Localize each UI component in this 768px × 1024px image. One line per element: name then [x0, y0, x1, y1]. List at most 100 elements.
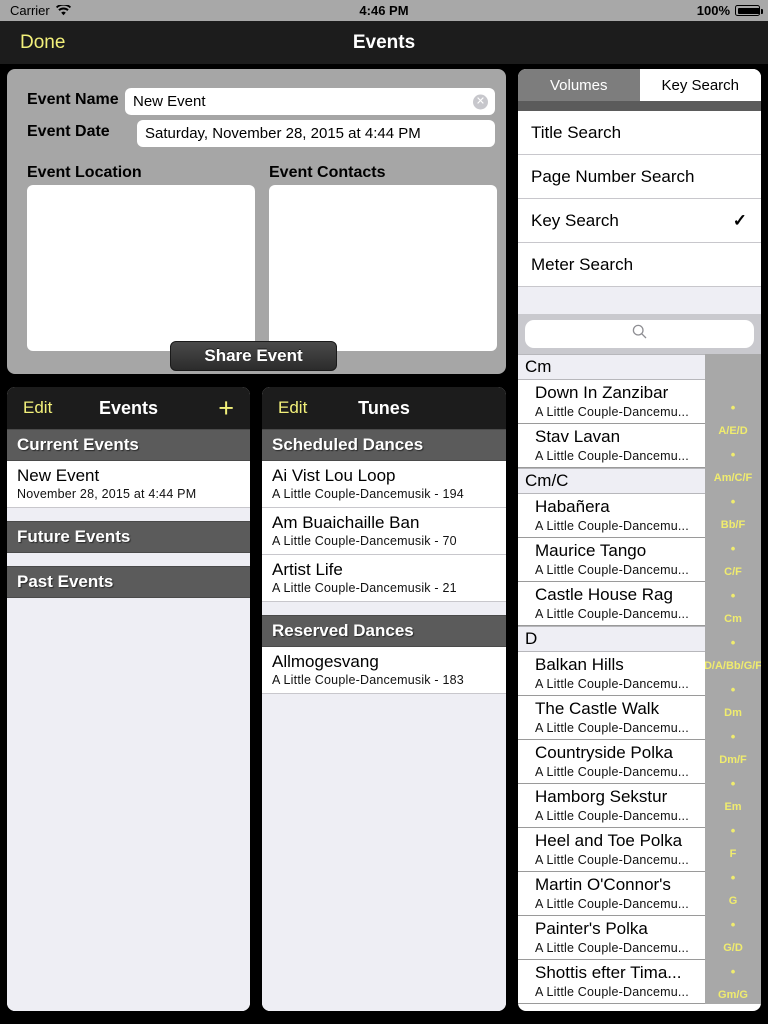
result-item[interactable]: Shottis efter Tima... A Little Couple-Dan…	[518, 960, 705, 1004]
result-item-subtitle: A Little Couple-Dancemu...	[535, 765, 689, 779]
search-option-meter-search[interactable]: Meter Search	[518, 243, 761, 287]
list-item[interactable]: Artist Life A Little Couple-Dancemusik - …	[262, 555, 506, 602]
result-item-title: Martin O'Connor's	[535, 875, 671, 894]
list-item-title: New Event	[17, 466, 100, 485]
index-bar-entry[interactable]: Cm	[724, 608, 742, 632]
list-section-header: Scheduled Dances	[262, 429, 506, 461]
search-mode-tabs[interactable]: Volumes Key Search	[518, 69, 761, 101]
battery-icon	[735, 5, 763, 16]
result-item[interactable]: Stav Lavan A Little Couple-Dancemu...	[518, 424, 705, 468]
result-item-title: Balkan Hills	[535, 655, 624, 674]
index-bar-dot[interactable]: •	[731, 631, 736, 655]
share-event-button[interactable]: Share Event	[170, 341, 337, 371]
section-index-bar[interactable]: • A/E/D • Am/C/F • Bb/F • C/F • Cm • D/A/Bb/G/F • Dm •…	[705, 354, 761, 1004]
event-date-input[interactable]: Saturday, November 28, 2015 at 4:44 PM	[137, 120, 495, 147]
result-item[interactable]: Martin O'Connor's A Little Couple-Dancemu…	[518, 872, 705, 916]
search-input[interactable]	[525, 320, 754, 348]
search-options-list[interactable]: Title Search Page Number Search Key Search…	[518, 111, 761, 287]
index-bar-entry[interactable]: G	[729, 890, 738, 914]
event-name-row: Event Name	[27, 91, 127, 109]
index-bar-entry[interactable]: Am/C/F	[714, 467, 753, 491]
events-list-navbar: Edit Events +	[7, 387, 250, 429]
index-bar-dot[interactable]: •	[731, 490, 736, 514]
list-item[interactable]: Am Buaichaille Ban A Little Couple-Dancem…	[262, 508, 506, 555]
navigation-bar: Done Events	[0, 21, 768, 64]
result-item-subtitle: A Little Couple-Dancemu...	[535, 897, 689, 911]
index-bar-entry[interactable]: Bb/F	[721, 514, 745, 538]
search-option-label: Page Number Search	[531, 166, 695, 186]
search-results[interactable]: Cm Down In Zanzibar A Little Couple-Dancem…	[518, 354, 761, 1004]
list-section-gap	[7, 508, 250, 521]
result-item[interactable]: Hamborg Sekstur A Little Couple-Dancemu..…	[518, 784, 705, 828]
event-name-input[interactable]: New Event ✕	[125, 88, 495, 115]
events-list-body[interactable]: Current Events New Event November 28, 2015…	[7, 429, 250, 1011]
status-bar-time: 4:46 PM	[359, 3, 409, 18]
event-date-value: Saturday, November 28, 2015 at 4:44 PM	[145, 125, 421, 142]
search-option-page-number-search[interactable]: Page Number Search	[518, 155, 761, 199]
event-contacts-input[interactable]	[269, 185, 497, 351]
index-bar-dot[interactable]: •	[731, 725, 736, 749]
search-option-title-search[interactable]: Title Search	[518, 111, 761, 155]
index-bar-dot[interactable]: •	[731, 866, 736, 890]
index-bar-entry[interactable]: C/F	[724, 561, 742, 585]
tab-volumes[interactable]: Volumes	[518, 69, 640, 101]
event-location-input[interactable]	[27, 185, 255, 351]
list-item[interactable]: New Event November 28, 2015 at 4:44 PM	[7, 461, 250, 508]
search-bar-container	[518, 314, 761, 354]
tab-key-search[interactable]: Key Search	[639, 69, 761, 101]
list-item[interactable]: Allmogesvang A Little Couple-Dancemusik -…	[262, 647, 506, 694]
result-item[interactable]: The Castle Walk A Little Couple-Dancemu..…	[518, 696, 705, 740]
list-item-subtitle: November 28, 2015 at 4:44 PM	[17, 487, 197, 501]
index-bar-dot[interactable]: •	[731, 537, 736, 561]
search-option-key-search[interactable]: Key Search ✓	[518, 199, 761, 243]
result-section-header: Cm/C	[518, 468, 705, 494]
search-panel: Volumes Key Search Title Search Page Numbe…	[515, 66, 764, 1014]
result-item[interactable]: Maurice Tango A Little Couple-Dancemu...	[518, 538, 705, 582]
result-item[interactable]: Castle House Rag A Little Couple-Dancemu.…	[518, 582, 705, 626]
index-bar-entry[interactable]: Dm	[724, 702, 742, 726]
result-item-title: Hamborg Sekstur	[535, 787, 668, 806]
index-bar-dot[interactable]: •	[731, 678, 736, 702]
result-item-subtitle: A Little Couple-Dancemu...	[535, 519, 689, 533]
index-bar-entry[interactable]: Em	[724, 796, 741, 820]
result-section-header: D	[518, 626, 705, 652]
index-bar-dot[interactable]: •	[731, 396, 736, 420]
list-item[interactable]: Ai Vist Lou Loop A Little Couple-Dancemus…	[262, 461, 506, 508]
result-item-title: Down In Zanzibar	[535, 383, 669, 402]
index-bar-dot[interactable]: •	[731, 913, 736, 937]
list-section-header: Future Events	[7, 521, 250, 553]
index-bar-entry[interactable]: D/A/Bb/G/F	[705, 655, 761, 679]
list-item-title: Artist Life	[272, 560, 343, 579]
list-item-title: Am Buaichaille Ban	[272, 513, 420, 532]
result-item[interactable]: Painter's Polka A Little Couple-Dancemu..…	[518, 916, 705, 960]
list-item-title: Allmogesvang	[272, 652, 379, 671]
index-bar-entry[interactable]: Gm/G	[718, 984, 748, 1005]
index-bar-entry[interactable]: G/D	[723, 937, 743, 961]
index-bar-entry[interactable]: A/E/D	[718, 420, 747, 444]
events-list-panel: Edit Events + Current Events New Event Nov…	[4, 384, 253, 1014]
result-item-subtitle: A Little Couple-Dancemu...	[535, 405, 689, 419]
clear-icon[interactable]: ✕	[473, 94, 488, 109]
result-item[interactable]: Heel and Toe Polka A Little Couple-Dancem…	[518, 828, 705, 872]
list-item-title: Ai Vist Lou Loop	[272, 466, 396, 485]
index-bar-entry[interactable]: F	[730, 843, 737, 867]
index-bar-dot[interactable]: •	[731, 772, 736, 796]
search-results-list[interactable]: Cm Down In Zanzibar A Little Couple-Dancem…	[518, 354, 705, 1004]
index-bar-dot[interactable]: •	[731, 584, 736, 608]
tunes-list-body[interactable]: Scheduled Dances Ai Vist Lou Loop A Little…	[262, 429, 506, 1011]
result-item[interactable]: Down In Zanzibar A Little Couple-Dancemu.…	[518, 380, 705, 424]
status-bar: Carrier 4:46 PM 100%	[0, 0, 768, 21]
search-option-label: Title Search	[531, 122, 622, 142]
tunes-list-title: Tunes	[358, 398, 410, 418]
tunes-list-panel: Edit Tunes Scheduled Dances Ai Vist Lou L…	[259, 384, 509, 1014]
result-item[interactable]: Balkan Hills A Little Couple-Dancemu...	[518, 652, 705, 696]
index-bar-dot[interactable]: •	[731, 960, 736, 984]
result-item[interactable]: Countryside Polka A Little Couple-Dancemu…	[518, 740, 705, 784]
index-bar-dot[interactable]: •	[731, 443, 736, 467]
plus-icon[interactable]: +	[218, 387, 234, 429]
result-item[interactable]: Habañera A Little Couple-Dancemu...	[518, 494, 705, 538]
search-option-label: Meter Search	[531, 254, 634, 274]
index-bar-dot[interactable]: •	[731, 819, 736, 843]
result-item-subtitle: A Little Couple-Dancemu...	[535, 721, 689, 735]
index-bar-entry[interactable]: Dm/F	[719, 749, 747, 773]
